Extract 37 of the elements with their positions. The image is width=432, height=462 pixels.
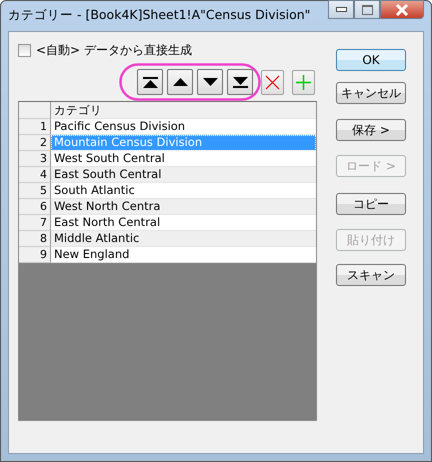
- move-button[interactable]: [227, 69, 253, 95]
- window-title: カテゴリー - [Book4K]Sheet1!A"Census Division": [8, 7, 310, 24]
- dialog-button[interactable]: コピー: [336, 193, 406, 215]
- move-button[interactable]: [197, 69, 223, 95]
- move-top-icon: [142, 76, 158, 88]
- table-cell[interactable]: New England: [51, 247, 316, 263]
- row-number: 3: [19, 151, 51, 167]
- move-button[interactable]: [167, 69, 193, 95]
- checkbox-label: <自動> データから直接生成: [36, 42, 192, 59]
- close-button[interactable]: [380, 0, 424, 19]
- move-up-icon: [172, 78, 188, 86]
- maximize-button[interactable]: [354, 0, 380, 19]
- row-number: 9: [19, 247, 51, 263]
- move-down-icon: [202, 78, 218, 86]
- delete-icon: [265, 74, 280, 90]
- maximize-icon: [362, 4, 372, 14]
- dialog-button[interactable]: 保存 >: [336, 119, 406, 141]
- move-button[interactable]: [137, 69, 163, 95]
- minimize-button[interactable]: [328, 0, 354, 19]
- row-number: 1: [19, 119, 51, 135]
- row-number: 6: [19, 199, 51, 215]
- minimize-icon: [336, 7, 346, 12]
- close-icon: [395, 4, 409, 16]
- column-header: カテゴリ: [51, 102, 316, 119]
- row-number: 2: [19, 135, 51, 151]
- plus-icon: [296, 74, 311, 90]
- row-number: 8: [19, 231, 51, 247]
- checkbox[interactable]: [18, 44, 31, 57]
- dialog-button[interactable]: OK: [336, 49, 406, 71]
- move-bottom-icon: [232, 76, 248, 88]
- row-number: 7: [19, 215, 51, 231]
- grid-corner-cell[interactable]: [19, 102, 51, 119]
- dialog-button[interactable]: キャンセル: [336, 82, 406, 104]
- dialog-button[interactable]: スキャン: [336, 264, 406, 286]
- row-number: 5: [19, 183, 51, 199]
- delete-button[interactable]: [261, 70, 284, 94]
- row-number: 4: [19, 167, 51, 183]
